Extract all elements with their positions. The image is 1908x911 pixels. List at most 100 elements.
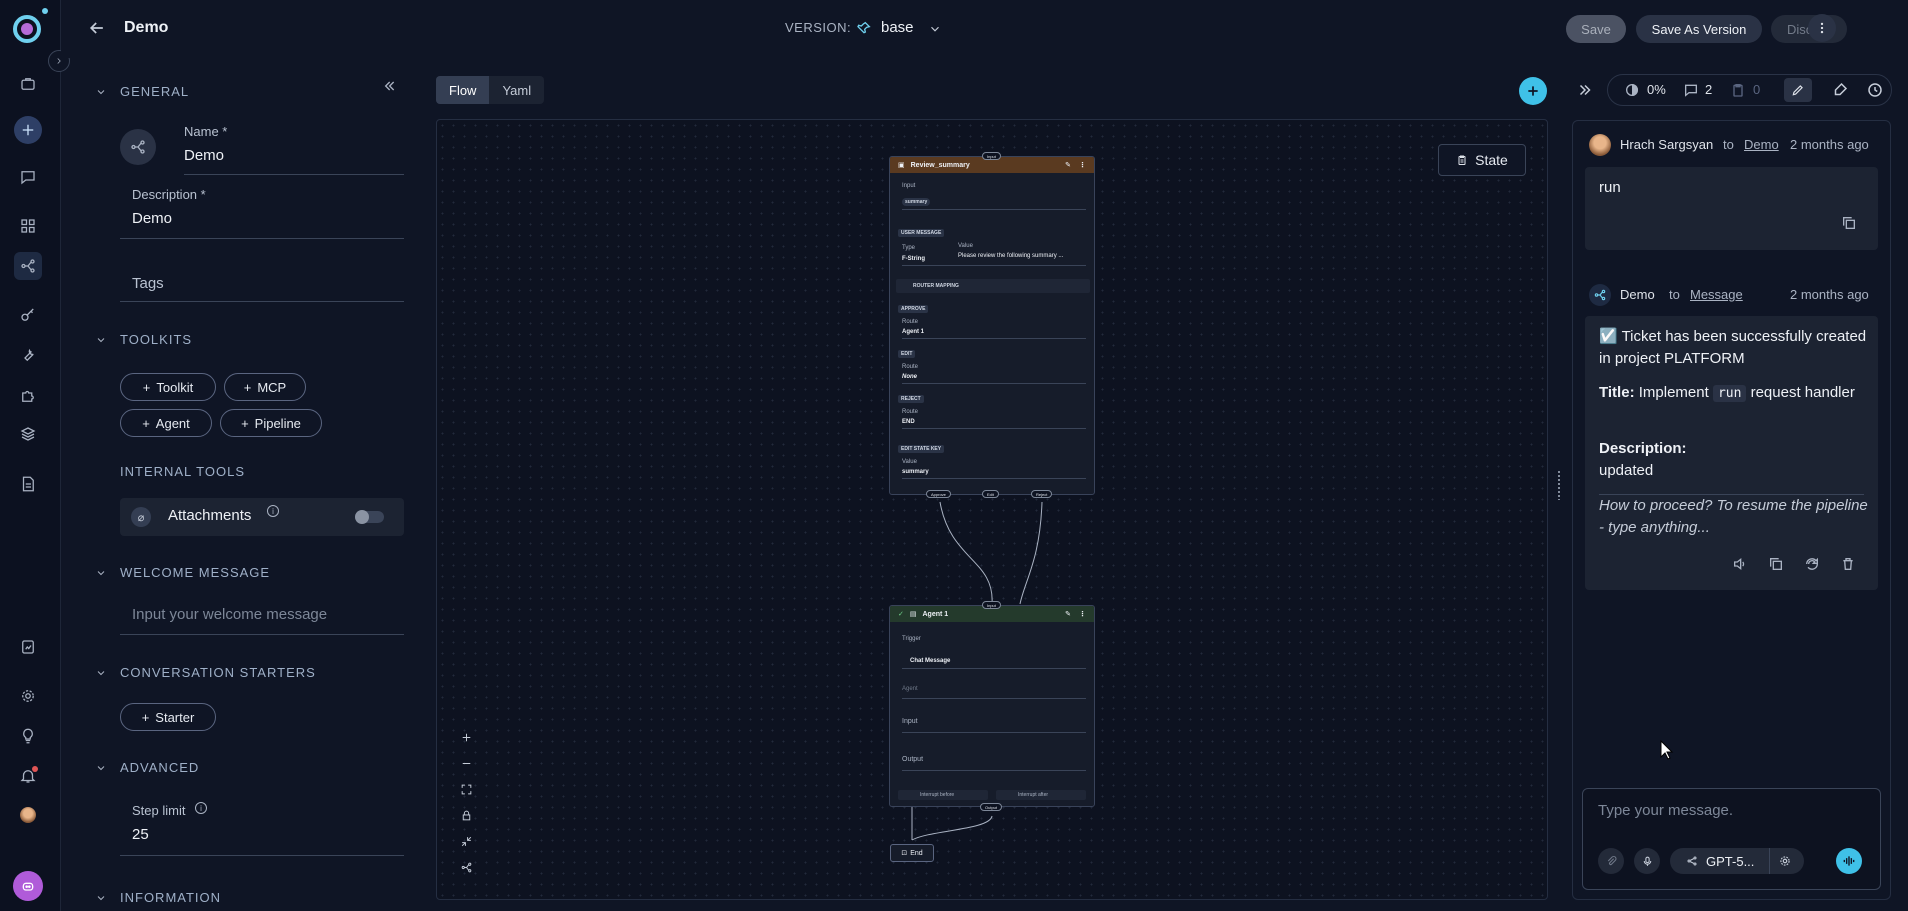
node-divider xyxy=(902,209,1086,210)
approve-badge: APPROVE xyxy=(898,305,929,313)
message-time: 2 months ago xyxy=(1790,287,1869,302)
review-input-port[interactable]: Input xyxy=(982,152,1001,160)
interrupt-after-label: Interrupt after xyxy=(1018,792,1049,798)
edit-state-value-select[interactable]: summary xyxy=(902,469,929,475)
user-message-bubble xyxy=(1585,167,1878,250)
agent-input-field[interactable]: Input xyxy=(902,718,918,725)
waveform-icon xyxy=(1843,856,1855,866)
copy-icon[interactable] xyxy=(1841,215,1857,231)
agent-select[interactable]: Agent xyxy=(902,686,918,692)
user-message-badge: USER MESSAGE xyxy=(898,229,945,237)
add-node-button[interactable] xyxy=(1519,77,1547,105)
approve-route-label: Route xyxy=(902,319,919,325)
user-avatar xyxy=(1589,134,1611,156)
trigger-select[interactable]: Chat Message xyxy=(910,658,950,664)
approve-route-select[interactable]: Agent 1 xyxy=(902,329,924,335)
user-icon: ▣ xyxy=(898,162,905,169)
edit-badge: EDIT xyxy=(898,350,916,358)
model-settings-icon[interactable] xyxy=(1778,854,1792,868)
panel-resize-handle[interactable] xyxy=(1557,470,1561,500)
check-icon: ✓ xyxy=(898,611,904,618)
agent-node[interactable]: ✓ ▤ Agent 1 ✎ ⋮ Trigger Chat Message Age… xyxy=(889,605,1095,807)
message-author: Hrach Sargsyan xyxy=(1620,137,1714,152)
type-select[interactable]: F-String xyxy=(902,256,925,262)
end-node[interactable]: ⊡ End xyxy=(890,844,934,862)
mic-icon xyxy=(1643,856,1651,866)
progress-icon xyxy=(1626,84,1638,96)
trigger-label: Trigger xyxy=(902,636,921,642)
description-label: Description: xyxy=(1599,440,1687,457)
reject-badge: REJECT xyxy=(898,395,924,403)
model-selector[interactable]: GPT-5... xyxy=(1670,848,1804,874)
reject-port[interactable]: Reject xyxy=(1031,490,1053,498)
user-message-text: run xyxy=(1599,179,1621,196)
copy-icon[interactable] xyxy=(1768,556,1784,572)
node-divider xyxy=(902,770,1086,771)
value-input[interactable]: Please review the following summary ... xyxy=(958,253,1063,259)
message-input[interactable]: Type your message. xyxy=(1598,802,1733,819)
edit-state-value-label: Value xyxy=(902,459,917,465)
agent-output-field[interactable]: Output xyxy=(902,756,923,763)
lock-icon xyxy=(462,810,470,820)
attach-button[interactable] xyxy=(1598,848,1624,874)
edit-route-label: Route xyxy=(902,364,919,370)
tasks-icon[interactable] xyxy=(1730,82,1746,98)
pencil-icon xyxy=(1792,85,1803,96)
review-input-label: Input xyxy=(902,183,916,189)
edge-approve-agent xyxy=(939,501,993,605)
edit-icon[interactable]: ✎ xyxy=(1065,610,1071,618)
node-divider xyxy=(902,668,1086,669)
comments-count: 2 xyxy=(1705,82,1713,97)
router-mapping-label: ROUTER MAPPING xyxy=(913,283,959,289)
zoom-in-button[interactable] xyxy=(452,724,480,750)
lock-button[interactable] xyxy=(452,802,480,828)
share-nodes-icon xyxy=(1687,856,1697,866)
edit-icon[interactable]: ✎ xyxy=(1065,161,1071,169)
approve-port[interactable]: Approve xyxy=(926,490,951,498)
fit-icon xyxy=(461,784,471,794)
node-kebab-icon[interactable]: ⋮ xyxy=(1079,610,1086,618)
reject-route-select[interactable]: END xyxy=(902,419,915,425)
speaker-icon[interactable] xyxy=(1732,556,1748,572)
node-divider xyxy=(902,698,1086,699)
agent-input-port[interactable]: Input xyxy=(982,601,1001,609)
node-divider xyxy=(902,383,1086,384)
canvas-controls xyxy=(452,724,480,882)
node-kebab-icon[interactable]: ⋮ xyxy=(1079,161,1086,169)
interrupt-before-label: Interrupt before xyxy=(920,792,955,798)
edit-port[interactable]: Edit xyxy=(982,490,999,498)
end-icon: ⊡ xyxy=(901,850,908,857)
minus-icon xyxy=(462,762,470,764)
edit-route-select[interactable]: None xyxy=(902,374,917,380)
clean-icon[interactable] xyxy=(1831,81,1849,99)
value-label: Value xyxy=(958,243,973,249)
message-target-link[interactable]: Message xyxy=(1690,287,1743,302)
message-author: Demo xyxy=(1620,287,1655,302)
mic-button[interactable] xyxy=(1634,848,1660,874)
voice-send-button[interactable] xyxy=(1836,848,1862,874)
history-icon[interactable] xyxy=(1866,81,1884,99)
edge-reject-agent xyxy=(1019,501,1043,605)
edit-mode-button[interactable] xyxy=(1784,78,1812,102)
collapse-button[interactable] xyxy=(452,828,480,854)
message-to: to xyxy=(1723,137,1734,152)
layout-button[interactable] xyxy=(452,854,480,880)
node-divider xyxy=(902,428,1086,429)
comments-icon[interactable] xyxy=(1682,82,1700,98)
expand-chat-icon[interactable] xyxy=(1576,81,1594,99)
reject-route-label: Route xyxy=(902,409,919,415)
ticket-created-text: ☑️ Ticket has been successfully created … xyxy=(1599,328,1867,367)
regenerate-icon[interactable] xyxy=(1804,556,1820,572)
zoom-out-button[interactable] xyxy=(452,750,480,776)
delete-icon[interactable] xyxy=(1840,556,1856,572)
progress-value: 0% xyxy=(1647,82,1666,97)
message-to: to xyxy=(1669,287,1680,302)
agent-output-port[interactable]: Output xyxy=(980,803,1003,811)
message-target-link[interactable]: Demo xyxy=(1744,137,1779,152)
node-divider xyxy=(902,732,1086,733)
review-summary-node[interactable]: ▣ Review_summary ✎ ⋮ Input summary USER … xyxy=(889,156,1095,495)
ticket-title-row: Title: Implement run request handler xyxy=(1599,384,1855,402)
pipeline-avatar xyxy=(1589,284,1611,306)
plus-icon xyxy=(1528,86,1538,96)
fit-view-button[interactable] xyxy=(452,776,480,802)
